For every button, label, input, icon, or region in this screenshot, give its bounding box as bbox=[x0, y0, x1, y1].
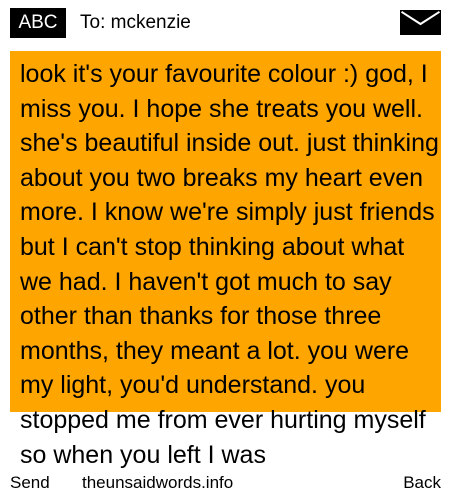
send-softkey[interactable]: Send bbox=[10, 472, 50, 494]
input-mode-indicator[interactable]: ABC bbox=[10, 8, 66, 38]
back-softkey[interactable]: Back bbox=[403, 472, 441, 494]
message-header: ABC To: mckenzie bbox=[0, 0, 450, 46]
message-body[interactable]: look it's your favourite colour :) god, … bbox=[20, 57, 442, 472]
recipient-label: To: mckenzie bbox=[80, 12, 191, 33]
envelope-icon bbox=[400, 10, 441, 35]
softkey-bar: Send theunsaidwords.info Back bbox=[0, 470, 450, 500]
site-label: theunsaidwords.info bbox=[82, 473, 234, 492]
